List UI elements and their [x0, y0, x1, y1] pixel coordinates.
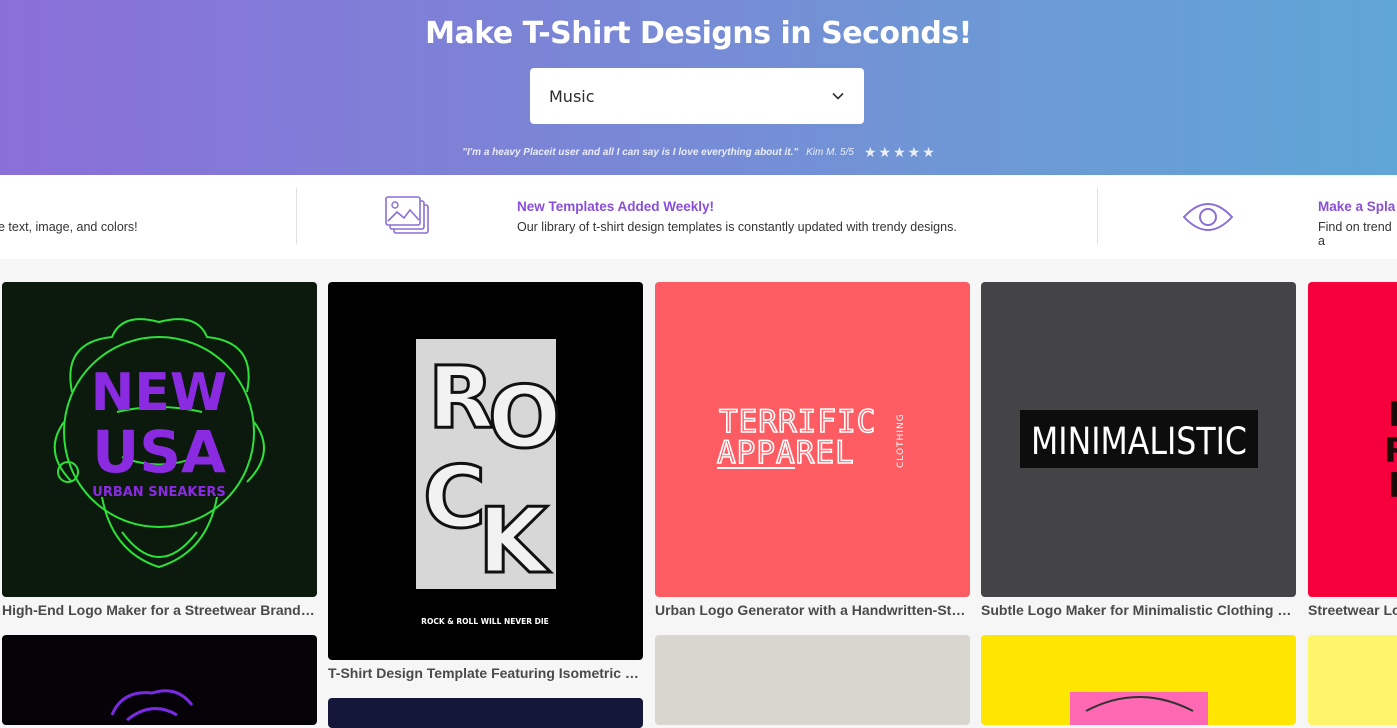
- category-select[interactable]: Music: [530, 68, 864, 124]
- svg-text:D: D: [1388, 395, 1397, 435]
- page-title: Make T-Shirt Designs in Seconds!: [425, 16, 972, 51]
- feature-weekly-desc: Our library of t-shirt design templates …: [517, 220, 957, 234]
- svg-text:C: C: [423, 448, 486, 548]
- template-caption[interactable]: Subtle Logo Maker for Minimalistic Cloth…: [981, 602, 1296, 618]
- art-text-mid: USA: [92, 418, 226, 486]
- template-thumbnail[interactable]: [981, 635, 1296, 725]
- star-icon: ★: [878, 144, 892, 160]
- features-strip: e text, image, and colors! New Templates…: [0, 175, 1397, 259]
- art-text-top: NEW: [91, 363, 227, 423]
- template-thumbnail[interactable]: NEW USA URBAN SNEAKERS: [2, 282, 317, 597]
- template-caption[interactable]: Urban Logo Generator with a Handwritten-…: [655, 602, 970, 618]
- art-text-bottom: URBAN SNEAKERS: [92, 485, 225, 500]
- category-select-value: Music: [549, 86, 595, 106]
- review-quote: "I'm a heavy Placeit user and all I can …: [462, 146, 799, 158]
- images-icon: [385, 195, 431, 242]
- art-line2: APPAREL: [717, 435, 855, 471]
- art-side: CLOTHING: [896, 413, 906, 468]
- rating-stars: ★ ★ ★ ★ ★: [864, 145, 935, 159]
- template-thumbnail[interactable]: D R R: [1308, 282, 1397, 597]
- star-icon: ★: [922, 144, 935, 160]
- svg-text:K: K: [478, 489, 551, 594]
- template-thumbnail[interactable]: [2, 635, 317, 725]
- review-author: Kim M. 5/5: [806, 146, 854, 158]
- template-thumbnail[interactable]: [328, 698, 643, 728]
- chevron-down-icon: [831, 89, 845, 103]
- feature-right-desc: Find on trend a: [1318, 220, 1392, 248]
- star-icon: ★: [863, 144, 877, 160]
- feature-left-desc: e text, image, and colors!: [0, 220, 138, 234]
- user-review: "I'm a heavy Placeit user and all I can …: [0, 145, 1397, 159]
- template-caption[interactable]: Streetwear Logo: [1308, 602, 1397, 618]
- svg-text:R: R: [1388, 466, 1397, 506]
- svg-text:R: R: [428, 348, 494, 448]
- svg-text:R: R: [1384, 431, 1397, 471]
- template-thumbnail[interactable]: [655, 635, 970, 725]
- divider: [1097, 188, 1098, 244]
- star-icon: ★: [893, 144, 906, 160]
- template-thumbnail[interactable]: MINIMALISTIC: [981, 282, 1296, 597]
- feature-weekly-title: New Templates Added Weekly!: [517, 199, 715, 214]
- eye-icon: [1182, 199, 1234, 240]
- star-icon: ★: [907, 144, 921, 160]
- template-caption[interactable]: High-End Logo Maker for a Streetwear Bra…: [2, 602, 317, 618]
- divider: [296, 188, 297, 244]
- hero-banner: Make T-Shirt Designs in Seconds! Music "…: [0, 0, 1397, 175]
- art-tagline: ROCK & ROLL WILL NEVER DIE: [421, 617, 549, 626]
- template-thumbnail[interactable]: R O C K ROCK & ROLL WILL NEVER DIE: [328, 282, 643, 660]
- template-thumbnail[interactable]: [1308, 635, 1397, 725]
- svg-text:O: O: [488, 368, 561, 468]
- template-caption[interactable]: T-Shirt Design Template Featuring Isomet…: [328, 665, 643, 681]
- art-word: MINIMALISTIC: [1031, 420, 1247, 463]
- feature-right-title: Make a Spla: [1318, 199, 1396, 214]
- template-thumbnail[interactable]: TERRIFIC APPAREL CLOTHING: [655, 282, 970, 597]
